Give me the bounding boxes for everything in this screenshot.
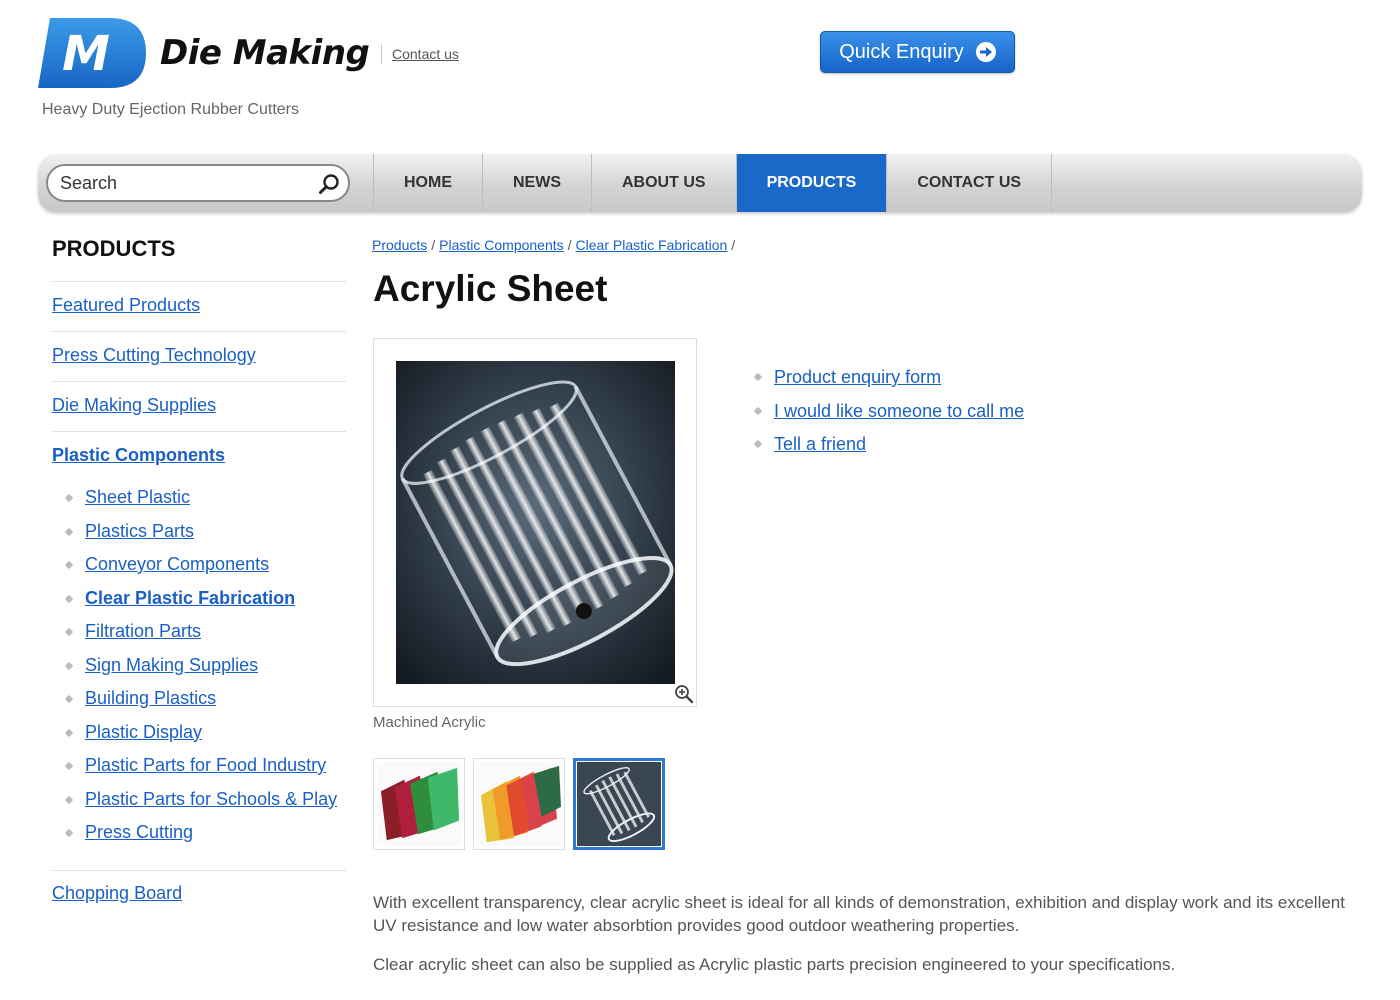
product-enquiry-form-link[interactable]: Product enquiry form <box>774 367 941 387</box>
sub-item-plastic-parts-schools-play[interactable]: Plastic Parts for Schools & Play <box>85 789 337 809</box>
tell-a-friend-link[interactable]: Tell a friend <box>774 434 866 454</box>
list-item: I would like someone to call me <box>753 400 1024 422</box>
nav-menu: HOME NEWS ABOUT US PRODUCTS CONTACT US <box>373 154 1053 212</box>
breadcrumb-separator: / <box>567 237 572 253</box>
sub-item-conveyor-components[interactable]: Conveyor Components <box>85 554 269 574</box>
thumbnail-1[interactable] <box>373 758 465 850</box>
product-actions: Product enquiry form I would like someon… <box>753 366 1024 467</box>
nav-item-products[interactable]: PRODUCTS <box>735 154 887 212</box>
bullet-icon <box>64 594 74 603</box>
description-paragraph-2: Clear acrylic sheet can also be supplied… <box>373 955 1176 974</box>
bullet-icon <box>753 406 763 415</box>
sub-item-sign-making-supplies[interactable]: Sign Making Supplies <box>85 655 258 675</box>
sidebar-item-featured-products[interactable]: Featured Products <box>52 282 346 332</box>
list-item: Conveyor Components <box>64 553 346 576</box>
search-icon[interactable] <box>318 173 339 194</box>
sub-item-plastic-parts-food-industry[interactable]: Plastic Parts for Food Industry <box>85 755 326 775</box>
bullet-icon <box>753 372 763 382</box>
bullet-icon <box>64 728 74 737</box>
logo-letter: M <box>62 26 110 82</box>
sub-item-press-cutting[interactable]: Press Cutting <box>85 822 193 842</box>
sub-item-clear-plastic-fabrication[interactable]: Clear Plastic Fabrication <box>85 588 295 608</box>
bullet-icon <box>64 661 74 670</box>
bullet-icon <box>64 493 74 503</box>
sidebar-title: PRODUCTS <box>52 236 346 282</box>
nav-item-news[interactable]: NEWS <box>482 154 591 212</box>
list-item: Sheet Plastic <box>64 486 346 509</box>
zoom-in-icon[interactable] <box>674 684 694 704</box>
nav-item-home[interactable]: HOME <box>373 154 482 212</box>
product-description: With excellent transparency, clear acryl… <box>373 891 1363 992</box>
description-paragraph-1: With excellent transparency, clear acryl… <box>373 893 1345 935</box>
sub-item-sheet-plastic[interactable]: Sheet Plastic <box>85 487 190 507</box>
list-item: Plastic Parts for Food Industry <box>64 754 346 777</box>
product-image-frame <box>373 338 697 707</box>
nav-item-contact-us[interactable]: CONTACT US <box>886 154 1053 212</box>
sidebar-item-die-making-supplies[interactable]: Die Making Supplies <box>52 382 346 432</box>
list-item: Plastics Parts <box>64 520 346 543</box>
bullet-icon <box>64 627 74 637</box>
bullet-icon <box>64 828 74 838</box>
quick-enquiry-button[interactable]: Quick Enquiry <box>820 31 1015 73</box>
breadcrumb-link-plastic-components[interactable]: Plastic Components <box>439 237 564 253</box>
list-item: Sign Making Supplies <box>64 654 346 677</box>
breadcrumb-separator: / <box>431 237 436 253</box>
sub-item-plastics-parts[interactable]: Plastics Parts <box>85 521 194 541</box>
breadcrumb-link-products[interactable]: Products <box>372 237 427 253</box>
main-navbar: HOME NEWS ABOUT US PRODUCTS CONTACT US <box>38 154 1362 212</box>
bullet-icon <box>64 761 74 771</box>
list-item: Building Plastics <box>64 687 346 710</box>
list-item: Press Cutting <box>64 821 346 844</box>
list-item: Plastic Display <box>64 721 346 744</box>
search-box <box>46 164 350 202</box>
tagline: Heavy Duty Ejection Rubber Cutters <box>42 101 299 118</box>
breadcrumb-separator: / <box>731 237 736 253</box>
thumbnail-3[interactable] <box>573 758 665 850</box>
logo-name: Die Making <box>160 33 370 73</box>
breadcrumb: Products / Plastic Components / Clear Plasti… <box>372 237 739 253</box>
list-item: Product enquiry form <box>753 366 1024 388</box>
sidebar-item-press-cutting-technology[interactable]: Press Cutting Technology <box>52 332 346 382</box>
bullet-icon <box>64 795 74 804</box>
list-item: Plastic Parts for Schools & Play <box>64 788 346 811</box>
search-input[interactable] <box>60 172 310 194</box>
sidebar-bottom: Chopping Board <box>52 870 346 904</box>
image-caption: Machined Acrylic <box>373 714 486 731</box>
contact-us-link[interactable]: Contact us <box>392 46 459 62</box>
product-image[interactable] <box>396 361 675 684</box>
thumbnail-colored-sheets-image <box>377 762 461 846</box>
bullet-icon <box>64 527 74 536</box>
logo-mark-icon: M <box>38 18 146 88</box>
page-title: Acrylic Sheet <box>373 268 608 309</box>
sub-item-filtration-parts[interactable]: Filtration Parts <box>85 621 201 641</box>
thumbnail-2[interactable] <box>473 758 565 850</box>
bullet-icon <box>753 439 763 449</box>
quick-enquiry-label: Quick Enquiry <box>839 40 964 63</box>
breadcrumb-link-clear-plastic-fabrication[interactable]: Clear Plastic Fabrication <box>576 237 728 253</box>
site-logo[interactable]: M Die Making <box>38 18 370 88</box>
sidebar-item-plastic-components[interactable]: Plastic Components <box>52 432 346 482</box>
nav-item-about-us[interactable]: ABOUT US <box>591 154 736 212</box>
sidebar: PRODUCTS Featured Products Press Cutting… <box>52 236 346 904</box>
thumbnail-tinted-sheets-image <box>477 762 561 846</box>
request-callback-link[interactable]: I would like someone to call me <box>774 401 1024 421</box>
thumbnail-machined-acrylic-image <box>577 762 661 846</box>
arrow-right-icon <box>975 42 996 62</box>
bullet-icon <box>64 560 74 570</box>
list-item: Tell a friend <box>753 433 1024 455</box>
sidebar-item-chopping-board[interactable]: Chopping Board <box>52 883 182 903</box>
list-item: Clear Plastic Fabrication <box>64 587 346 610</box>
thumbnail-strip <box>373 758 665 850</box>
list-item: Filtration Parts <box>64 620 346 643</box>
sub-item-plastic-display[interactable]: Plastic Display <box>85 722 202 742</box>
bullet-icon <box>64 694 74 704</box>
sidebar-sub-list: Sheet Plastic Plastics Parts Conveyor Co… <box>64 486 346 844</box>
sub-item-building-plastics[interactable]: Building Plastics <box>85 688 216 708</box>
header-divider <box>381 44 382 64</box>
